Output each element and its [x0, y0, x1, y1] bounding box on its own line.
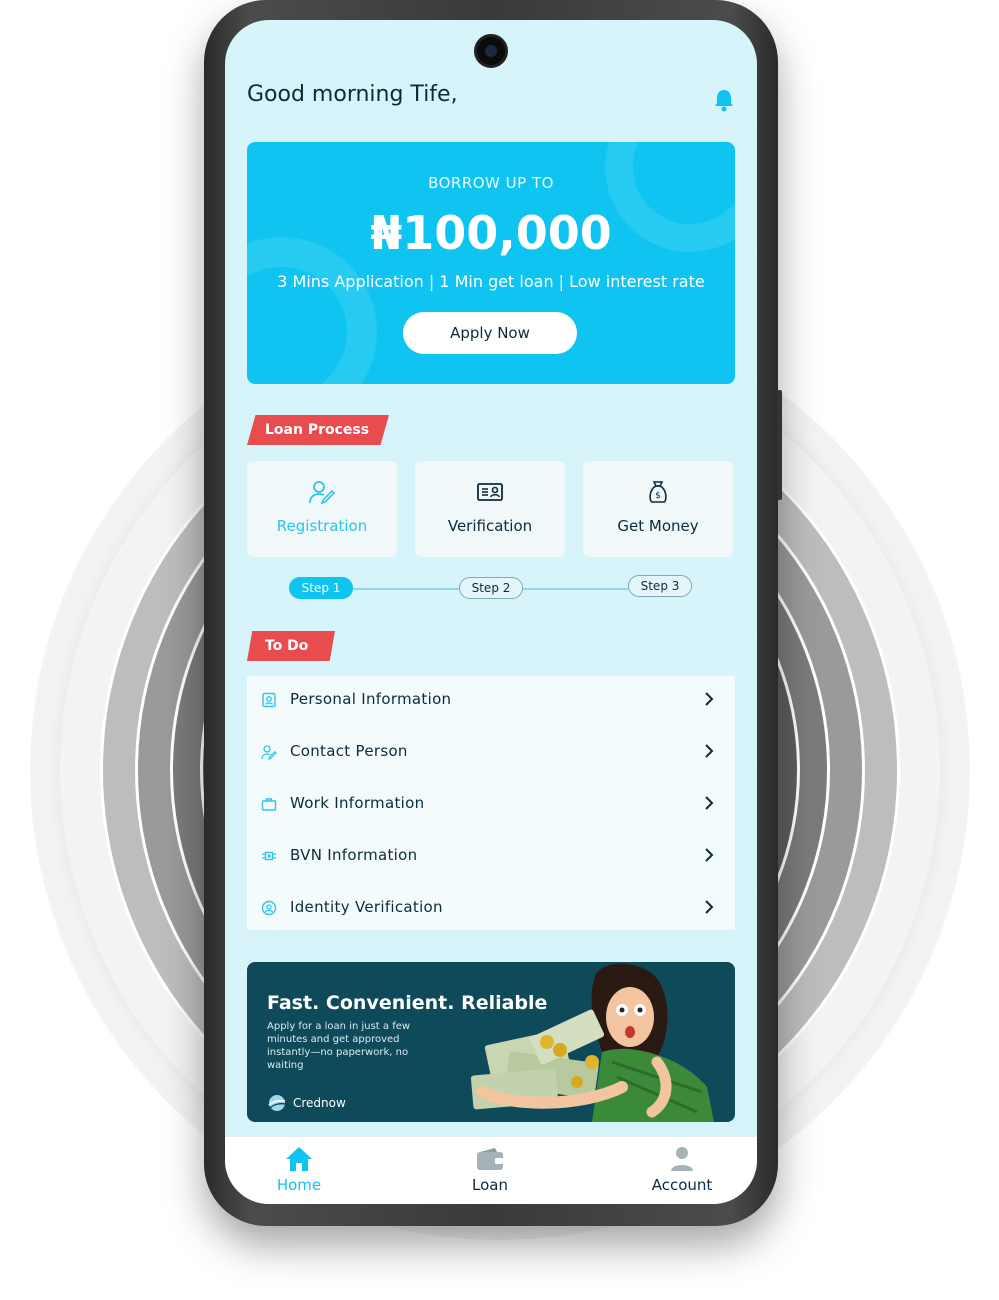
step-card-label: Registration: [276, 517, 368, 535]
face-id-icon: [261, 900, 277, 916]
id-card-icon: [477, 483, 503, 501]
chevron-right-icon: [705, 744, 714, 758]
bell-icon[interactable]: [713, 88, 735, 112]
todo-item-label: Contact Person: [290, 742, 408, 760]
todo-item-identity-verification[interactable]: Identity Verification: [247, 884, 735, 936]
phone-side-button: [777, 390, 782, 500]
todo-item-label: BVN Information: [290, 846, 418, 864]
step-card-label: Verification: [447, 517, 533, 535]
todo-item-label: Identity Verification: [290, 898, 443, 916]
banner-brand: Crednow: [267, 1094, 346, 1112]
money-bag-icon: $: [649, 481, 667, 503]
phone-screen: Good morning Tife, BORROW UP TO ₦100,000…: [225, 20, 757, 1204]
step-pill-1: Step 1: [289, 577, 353, 599]
home-icon: [286, 1147, 312, 1171]
user-edit-icon: [261, 745, 277, 760]
wallet-icon: [477, 1148, 503, 1170]
todo-tag: To Do: [247, 631, 335, 661]
apply-now-button[interactable]: Apply Now: [403, 312, 577, 354]
svg-text:$: $: [655, 491, 661, 501]
briefcase-icon: [261, 798, 277, 811]
banner-description: Apply for a loan in just a few minutes a…: [267, 1021, 411, 1071]
chevron-right-icon: [705, 900, 714, 914]
nav-item-loan[interactable]: Loan: [430, 1145, 550, 1194]
step-card-registration[interactable]: Registration: [247, 461, 397, 557]
step-pill-2: Step 2: [459, 577, 523, 599]
todo-list: Personal Information Contact Person Work…: [247, 676, 735, 930]
step-connector: [523, 588, 628, 590]
phone-frame: Good morning Tife, BORROW UP TO ₦100,000…: [204, 0, 782, 1226]
banner-brand-name: Crednow: [293, 1096, 346, 1110]
profile-icon: [262, 692, 276, 708]
todo-item-label: Work Information: [290, 794, 425, 812]
person-icon: [671, 1147, 693, 1171]
nav-item-home[interactable]: Home: [239, 1145, 359, 1194]
todo-item-bvn-information[interactable]: BVN Information: [247, 832, 735, 884]
chevron-right-icon: [705, 848, 714, 862]
nav-label: Account: [651, 1176, 713, 1194]
chevron-right-icon: [705, 692, 714, 706]
borrow-subtitle: 3 Mins Application | 1 Min get loan | Lo…: [277, 272, 705, 291]
todo-item-contact-person[interactable]: Contact Person: [247, 728, 735, 780]
nav-label: Loan: [472, 1176, 508, 1194]
step-card-get-money[interactable]: $ Get Money: [583, 461, 733, 557]
nav-item-account[interactable]: Account: [622, 1145, 742, 1194]
todo-item-label: Personal Information: [290, 690, 452, 708]
borrow-label: BORROW UP TO: [428, 174, 554, 192]
todo-item-work-information[interactable]: Work Information: [247, 780, 735, 832]
front-camera: [474, 34, 508, 68]
step-card-label: Get Money: [617, 517, 699, 535]
nav-label: Home: [276, 1176, 322, 1194]
greeting-text: Good morning Tife,: [247, 82, 458, 107]
loan-process-tag: Loan Process: [247, 415, 389, 445]
crednow-logo-icon: [268, 1095, 286, 1111]
borrow-amount: ₦100,000: [370, 206, 612, 260]
step-connector: [353, 588, 459, 590]
chevron-right-icon: [705, 796, 714, 810]
todo-item-personal-information[interactable]: Personal Information: [247, 676, 735, 728]
chip-icon: [262, 851, 276, 861]
step-pill-3: Step 3: [628, 575, 692, 597]
promo-banner[interactable]: Fast. Convenient. Reliable Apply for a l…: [247, 962, 735, 1122]
bottom-nav: Home Loan Account: [225, 1136, 757, 1204]
user-edit-icon: [309, 481, 336, 505]
woman-with-cash-illustration: [470, 963, 714, 1122]
borrow-card: BORROW UP TO ₦100,000 3 Mins Application…: [247, 142, 735, 384]
step-card-verification[interactable]: Verification: [415, 461, 565, 557]
mockup-stage: Good morning Tife, BORROW UP TO ₦100,000…: [0, 0, 999, 1300]
